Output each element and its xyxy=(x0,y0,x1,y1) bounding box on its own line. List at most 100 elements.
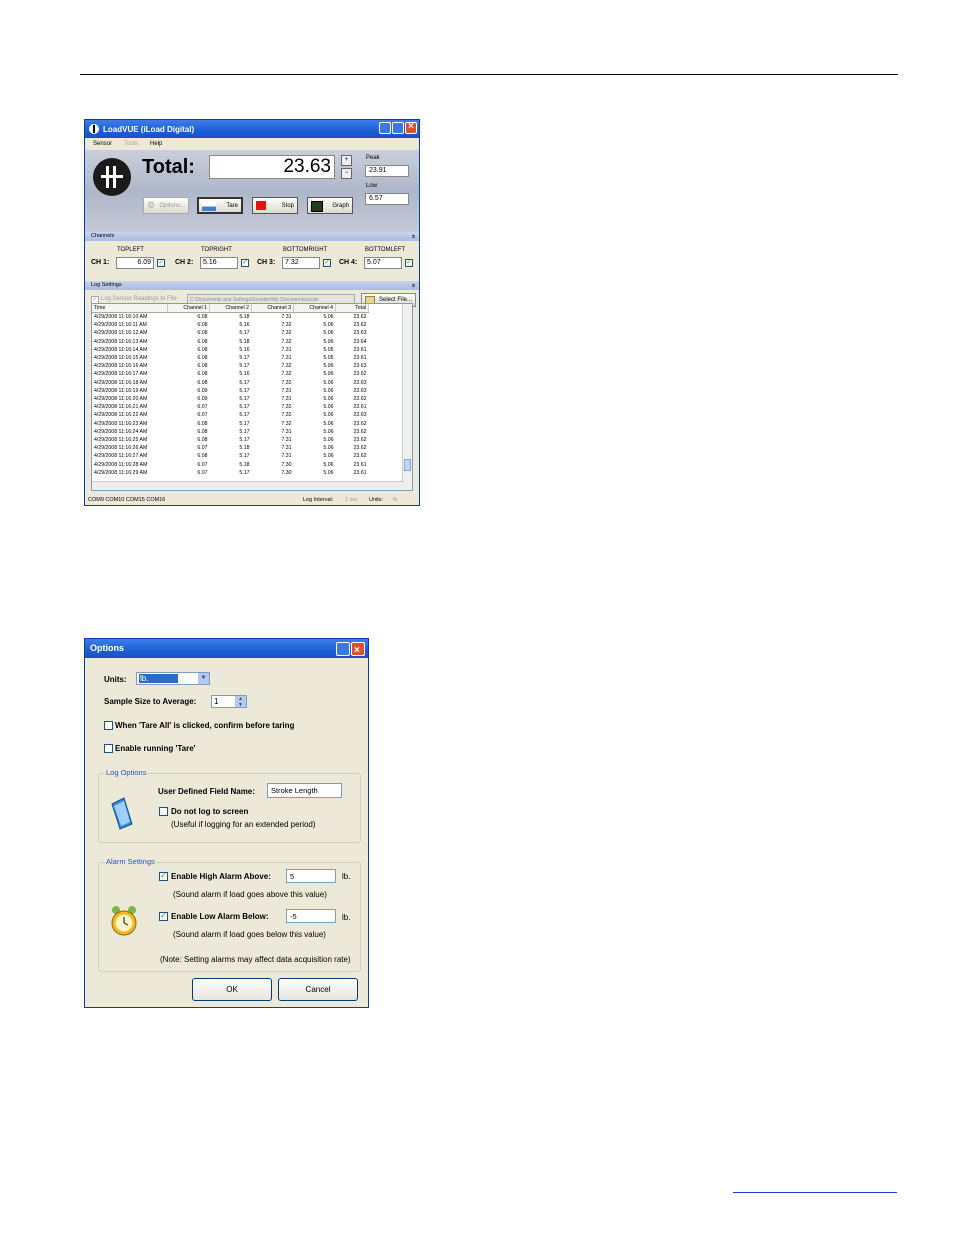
cell-channel-4: 5.06 xyxy=(323,371,334,378)
tare-button[interactable]: Tare xyxy=(197,197,243,214)
col-channel-3[interactable]: Channel 3 xyxy=(251,304,294,313)
cell-time: 4/29/2008 11:16:17 AM xyxy=(94,371,148,378)
spinner-arrows-icon[interactable]: ▲ ▼ xyxy=(235,696,246,708)
readout-panel: Total: 23.63 + − Peak 23.91 Low 6.57 ⚙ O… xyxy=(85,150,419,232)
table-row[interactable]: 4/29/2008 11:16:14 AM 6.08 5.16 7.31 5.05 23.… xyxy=(92,346,369,354)
table-row[interactable]: 4/29/2008 11:16:15 AM 6.08 5.17 7.31 5.05 23.… xyxy=(92,354,369,362)
table-row[interactable]: 4/29/2008 11:16:26 AM 6.07 5.18 7.31 5.06 23.… xyxy=(92,444,369,452)
table-row[interactable]: 4/29/2008 11:16:24 AM 6.08 5.17 7.31 5.06 23.… xyxy=(92,428,369,436)
low-alarm-checkbox[interactable]: ✓ xyxy=(159,912,168,921)
high-alarm-unit: lb. xyxy=(342,872,351,881)
confirm-tare-checkbox[interactable] xyxy=(104,721,113,730)
restore-button[interactable] xyxy=(336,642,350,656)
sample-size-stepper[interactable]: 1 ▲ ▼ xyxy=(211,695,247,708)
table-row[interactable]: 4/29/2008 11:16:10 AM 6.08 5.18 7.31 5.06 23.… xyxy=(92,313,369,322)
cell-channel-1: 6.07 xyxy=(197,412,208,419)
menu-tools[interactable]: Tools xyxy=(124,141,138,147)
loadvue-window: LoadVUE (iLoad Digital) Sensor Tools Hel… xyxy=(84,119,420,506)
cell-channel-4: 5.06 xyxy=(323,437,334,444)
options-button[interactable]: ⚙ Options... xyxy=(143,197,189,214)
alarm-settings-title: Alarm Settings xyxy=(105,857,156,866)
col-channel-4[interactable]: Channel 4 xyxy=(293,304,336,313)
no-log-screen-checkbox[interactable] xyxy=(159,807,168,816)
zoom-in-icon[interactable]: + xyxy=(341,155,352,166)
cell-time: 4/29/2008 11:16:15 AM xyxy=(94,355,148,362)
scroll-thumb[interactable] xyxy=(404,459,411,471)
footer-link[interactable] xyxy=(733,1192,897,1193)
channels-section-header[interactable]: Channels xyxy=(85,232,419,241)
table-row[interactable]: 4/29/2008 11:16:23 AM 6.08 5.17 7.32 5.06 23.… xyxy=(92,420,369,428)
options-dialog: Options Units: lb. ▼ Sample Size to Aver… xyxy=(84,638,369,1008)
window-title: LoadVUE (iLoad Digital) xyxy=(103,124,195,134)
channel-1-checkbox[interactable]: ✓ xyxy=(157,259,165,267)
cell-channel-1: 6.08 xyxy=(197,355,208,362)
no-log-screen-note: (Useful if logging for an extended perio… xyxy=(171,820,316,829)
maximize-button[interactable] xyxy=(392,122,404,134)
stop-button[interactable]: Stop xyxy=(252,197,298,214)
channel-2-checkbox[interactable]: ✓ xyxy=(241,259,249,267)
table-row[interactable]: 4/29/2008 11:16:20 AM 6.09 5.17 7.31 5.06 23.… xyxy=(92,395,369,403)
table-row[interactable]: 4/29/2008 11:16:22 AM 6.07 5.17 7.32 5.06 23.… xyxy=(92,411,369,419)
confirm-tare-label: When 'Tare All' is clicked, confirm befo… xyxy=(115,721,295,730)
zoom-out-icon[interactable]: − xyxy=(341,168,352,179)
table-row[interactable]: 4/29/2008 11:16:19 AM 6.09 5.17 7.31 5.06 23.… xyxy=(92,387,369,395)
cell-channel-1: 6.08 xyxy=(197,346,208,353)
ok-button[interactable]: OK xyxy=(192,978,272,1001)
channel-4-name: BOTTOMLEFT xyxy=(365,247,406,253)
alarm-note: (Note: Setting alarms may affect data ac… xyxy=(160,955,351,964)
units-value[interactable]: lb. xyxy=(393,495,399,505)
running-tare-checkbox[interactable] xyxy=(104,744,113,753)
gear-icon: ⚙ xyxy=(147,200,156,210)
channel-3-checkbox[interactable]: ✓ xyxy=(323,259,331,267)
cell-channel-1: 6.08 xyxy=(197,371,208,378)
readings-grid[interactable]: Time Channel 1 Channel 2 Channel 3 Chann… xyxy=(91,303,413,491)
cell-channel-4: 5.06 xyxy=(323,404,334,411)
cancel-button[interactable]: Cancel xyxy=(278,978,358,1001)
menu-help[interactable]: Help xyxy=(150,141,162,147)
log-settings-section-header[interactable]: Log Settings xyxy=(85,281,419,290)
chevron-down-icon[interactable]: ▼ xyxy=(198,673,209,684)
log-interval-value[interactable]: 1 sec xyxy=(345,495,358,505)
units-select[interactable]: lb. ▼ xyxy=(136,672,210,685)
options-close-button[interactable] xyxy=(351,641,365,660)
cell-channel-2: 5.17 xyxy=(239,330,250,337)
cell-channel-4: 5.06 xyxy=(323,363,334,370)
table-row[interactable]: 4/29/2008 11:16:13 AM 6.08 5.18 7.32 5.06 23.… xyxy=(92,338,369,346)
graph-button[interactable]: Graph xyxy=(307,197,353,214)
field-name-input[interactable]: Stroke Length xyxy=(267,783,342,798)
grid-vertical-scrollbar[interactable] xyxy=(402,304,412,490)
cell-channel-1: 6.08 xyxy=(197,437,208,444)
low-alarm-input[interactable]: -5 xyxy=(286,909,336,923)
col-time[interactable]: Time xyxy=(92,304,168,313)
table-row[interactable]: 4/29/2008 11:16:27 AM 6.08 5.17 7.31 5.06 23.… xyxy=(92,452,369,460)
col-channel-1[interactable]: Channel 1 xyxy=(167,304,210,313)
channel-4-checkbox[interactable]: ✓ xyxy=(405,259,413,267)
cell-total: 23.62 xyxy=(353,445,367,452)
high-alarm-checkbox[interactable]: ✓ xyxy=(159,872,168,881)
low-alarm-label: Enable Low Alarm Below: xyxy=(171,912,269,921)
table-row[interactable]: 4/29/2008 11:16:29 AM 6.07 5.17 7.30 5.06 23.… xyxy=(92,469,369,477)
cell-channel-4: 5.06 xyxy=(323,387,334,394)
table-row[interactable]: 4/29/2008 11:16:11 AM 6.08 5.16 7.32 5.06 23.… xyxy=(92,321,369,329)
table-row[interactable]: 4/29/2008 11:16:12 AM 6.08 5.17 7.32 5.06 23.… xyxy=(92,329,369,337)
close-button[interactable] xyxy=(405,121,417,134)
high-alarm-input[interactable]: 5 xyxy=(286,869,336,883)
channel-3-name: BOTTOMRIGHT xyxy=(283,247,328,253)
table-row[interactable]: 4/29/2008 11:16:28 AM 6.07 5.18 7.30 5.06 23.… xyxy=(92,461,369,469)
col-channel-2[interactable]: Channel 2 xyxy=(209,304,252,313)
table-row[interactable]: 4/29/2008 11:16:16 AM 6.08 5.17 7.32 5.06 23.… xyxy=(92,362,369,370)
table-row[interactable]: 4/29/2008 11:16:21 AM 6.07 5.17 7.32 5.06 23.… xyxy=(92,403,369,411)
log-to-file-label: Log Sensor Readings to File xyxy=(101,296,177,302)
grid-horizontal-scrollbar[interactable] xyxy=(92,481,404,490)
minimize-button[interactable] xyxy=(379,122,391,134)
table-row[interactable]: 4/29/2008 11:16:17 AM 6.08 5.16 7.32 5.06 23.… xyxy=(92,370,369,378)
cell-channel-4: 5.05 xyxy=(323,355,334,362)
col-total[interactable]: Total xyxy=(335,304,369,313)
cell-time: 4/29/2008 11:16:24 AM xyxy=(94,428,148,435)
peak-value: 23.91 xyxy=(365,165,409,177)
cell-channel-2: 5.17 xyxy=(239,412,250,419)
cell-channel-2: 5.17 xyxy=(239,437,250,444)
menu-sensor[interactable]: Sensor xyxy=(93,141,112,147)
table-row[interactable]: 4/29/2008 11:16:18 AM 6.08 5.17 7.32 5.06 23.… xyxy=(92,379,369,387)
table-row[interactable]: 4/29/2008 11:16:25 AM 6.08 5.17 7.31 5.06 23.… xyxy=(92,436,369,444)
